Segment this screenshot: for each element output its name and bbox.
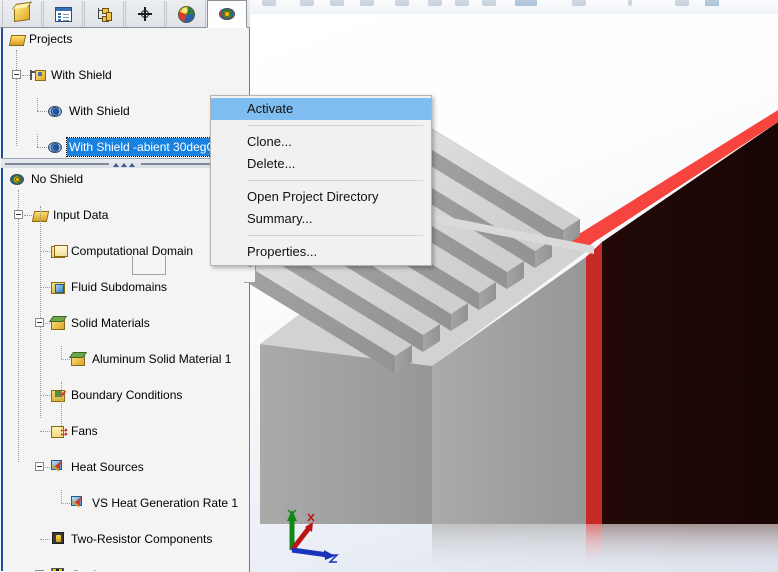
splitter-triangle-3 xyxy=(129,163,135,167)
solid-material-item-icon xyxy=(70,352,86,366)
toolbar-ghost-icon-3[interactable] xyxy=(330,0,344,6)
tree-label: Input Data xyxy=(53,206,108,224)
menu-item-activate[interactable]: Activate xyxy=(211,98,431,120)
tree-label-selected: With Shield -abient 30degC xyxy=(67,138,217,156)
toolbar-ghost-icon-12[interactable] xyxy=(675,0,689,6)
toolbar-ghost-icon-13[interactable] xyxy=(705,0,719,6)
crosshair-icon xyxy=(135,5,155,23)
tree-row-projects[interactable]: Projects xyxy=(3,30,249,48)
projects-folder-icon xyxy=(9,32,25,46)
expander-with-shield[interactable] xyxy=(12,70,21,79)
computational-domain-icon xyxy=(50,244,66,258)
tree-label: Fluid Subdomains xyxy=(71,278,167,296)
toolbar-ghost-icon-11[interactable] xyxy=(628,0,632,6)
expander-solid-materials[interactable] xyxy=(35,318,44,327)
tree-trunk xyxy=(16,50,17,146)
tab-flow-simulation[interactable] xyxy=(207,0,247,28)
tab-feature-list[interactable] xyxy=(43,1,83,27)
coordinate-triad xyxy=(280,504,340,564)
project-target-icon xyxy=(47,140,63,154)
tree-connector xyxy=(37,147,47,148)
menu-item-properties[interactable]: Properties... xyxy=(211,241,431,263)
tab-configuration-tree[interactable] xyxy=(84,1,124,27)
tree-label: VS Heat Generation Rate 1 xyxy=(92,494,238,512)
list-panel-icon xyxy=(53,5,73,23)
toolbar-ghost-icon-8[interactable] xyxy=(482,0,496,6)
two-resistor-icon xyxy=(50,531,66,545)
solid-materials-icon xyxy=(50,316,66,330)
toolbar-ghost-icon-9[interactable] xyxy=(515,0,537,6)
menu-separator-3 xyxy=(247,235,423,236)
project-target-active-icon xyxy=(9,172,25,186)
tree-label: With Shield xyxy=(69,102,130,120)
toolbar-ghost-icon-4[interactable] xyxy=(360,0,374,6)
toolbar-ghost-icon-10[interactable] xyxy=(572,0,586,6)
expander-goals[interactable] xyxy=(35,570,44,571)
tree-label: Goals xyxy=(71,566,102,571)
project-target-icon xyxy=(47,104,63,118)
menu-item-summary[interactable]: Summary... xyxy=(211,208,431,230)
tree-row-fluid-subdomains[interactable]: Fluid Subdomains xyxy=(3,278,249,296)
tree-label: Two-Resistor Components xyxy=(71,530,212,548)
menu-separator-1 xyxy=(247,125,423,126)
toolbar-ghost-icon-1[interactable] xyxy=(262,0,276,6)
tree-connector xyxy=(37,111,47,112)
toolbar-ghost-icon-2[interactable] xyxy=(300,0,314,6)
heat-source-item-icon xyxy=(70,495,86,509)
tree-label: Aluminum Solid Material 1 xyxy=(92,350,231,368)
tree-label: Fans xyxy=(71,422,98,440)
flow-simulation-window: Projects With Shield xyxy=(0,0,778,572)
tree-row-two-resistor-components[interactable]: Two-Resistor Components xyxy=(3,530,249,548)
heat-sources-icon xyxy=(50,459,66,473)
tab-model-tree[interactable] xyxy=(2,1,42,27)
toolbar-ghost-icon-6[interactable] xyxy=(428,0,442,6)
splitter-triangle-2 xyxy=(121,163,127,167)
menu-item-delete[interactable]: Delete... xyxy=(211,153,431,175)
project-context-menu[interactable]: Activate Clone... Delete... Open Project… xyxy=(210,95,432,266)
configuration-icon xyxy=(30,68,46,82)
top-toolbar-strip xyxy=(250,0,778,15)
flow-simulation-pane: Projects With Shield xyxy=(0,0,250,572)
tree-row-fans[interactable]: Fans xyxy=(3,422,249,440)
toolbar-ghost-icon-7[interactable] xyxy=(455,0,469,6)
tree-label: Solid Materials xyxy=(71,314,150,332)
tree-row-aluminum-solid-material-1[interactable]: Aluminum Solid Material 1 xyxy=(3,350,249,368)
tree-row-boundary-conditions[interactable]: Boundary Conditions xyxy=(3,386,249,404)
tree-row-with-shield-config[interactable]: With Shield xyxy=(3,66,249,84)
expander-input-data[interactable] xyxy=(14,210,23,219)
tree-connector xyxy=(37,134,38,147)
fans-icon xyxy=(50,424,66,438)
tree-row-vs-heat-generation-rate-1[interactable]: VS Heat Generation Rate 1 xyxy=(3,494,249,512)
tree-connector xyxy=(22,75,30,76)
toolbar-ghost-icon-5[interactable] xyxy=(395,0,409,6)
menu-separator-2 xyxy=(247,180,423,181)
tree-row-solid-materials[interactable]: Solid Materials xyxy=(3,314,249,332)
tree-label: Boundary Conditions xyxy=(71,386,182,404)
tree-connector xyxy=(37,98,38,111)
menu-item-clone[interactable]: Clone... xyxy=(211,131,431,153)
tab-display-manager[interactable] xyxy=(125,1,165,27)
flow-sim-eye-icon xyxy=(217,5,237,23)
yellow-box-icon xyxy=(12,5,32,23)
projects-label: Projects xyxy=(29,30,72,48)
config-tree-icon xyxy=(94,5,114,23)
tab-appearances[interactable] xyxy=(166,1,206,27)
tree-label: Heat Sources xyxy=(71,458,144,476)
tree-label: With Shield xyxy=(51,66,112,84)
boundary-conditions-icon xyxy=(50,388,66,402)
tree-label: No Shield xyxy=(31,170,83,188)
splitter-triangle-1 xyxy=(113,163,119,167)
expander-heat-sources[interactable] xyxy=(35,462,44,471)
tree-row-goals[interactable]: Goals xyxy=(3,566,249,571)
feature-manager-tabbar xyxy=(0,0,250,28)
tree-selection-outline xyxy=(132,256,166,275)
goals-flag-icon xyxy=(50,567,66,571)
color-ball-icon xyxy=(176,5,196,23)
menu-item-open-project-directory[interactable]: Open Project Directory xyxy=(211,186,431,208)
fluid-subdomains-icon xyxy=(50,280,66,294)
tree-row-heat-sources[interactable]: Heat Sources xyxy=(3,458,249,476)
tree-branch-trunk xyxy=(61,382,62,436)
